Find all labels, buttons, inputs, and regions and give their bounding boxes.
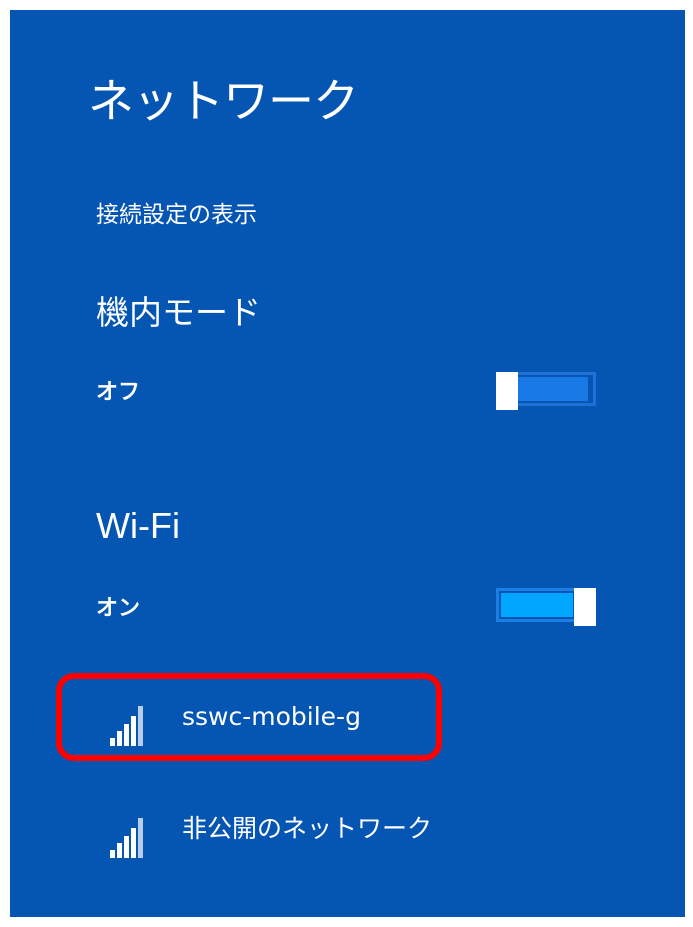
network-panel: ネットワーク 接続設定の表示 機内モード オフ Wi-Fi オン sswc-mo… xyxy=(10,10,685,917)
wifi-state: オン xyxy=(96,596,141,621)
airplane-mode-toggle[interactable] xyxy=(496,372,596,410)
wifi-signal-icon xyxy=(102,814,152,858)
wifi-title: Wi-Fi xyxy=(96,505,180,546)
network-item-sswc-mobile-g[interactable]: sswc-mobile-g xyxy=(102,700,442,750)
airplane-mode-title: 機内モード xyxy=(96,293,261,332)
network-item-hidden-network[interactable]: 非公開のネットワーク xyxy=(102,812,482,862)
network-name: 非公開のネットワーク xyxy=(182,814,433,843)
network-name: sswc-mobile-g xyxy=(182,702,361,731)
panel-title: ネットワーク xyxy=(88,74,359,128)
toggle-thumb[interactable] xyxy=(574,588,596,626)
airplane-mode-state: オフ xyxy=(96,380,141,405)
toggle-fill xyxy=(501,593,573,617)
wifi-toggle[interactable] xyxy=(496,588,596,626)
view-connection-settings-link[interactable]: 接続設定の表示 xyxy=(96,204,257,227)
toggle-thumb[interactable] xyxy=(496,372,518,410)
wifi-signal-icon xyxy=(102,702,152,746)
toggle-fill xyxy=(518,377,588,401)
